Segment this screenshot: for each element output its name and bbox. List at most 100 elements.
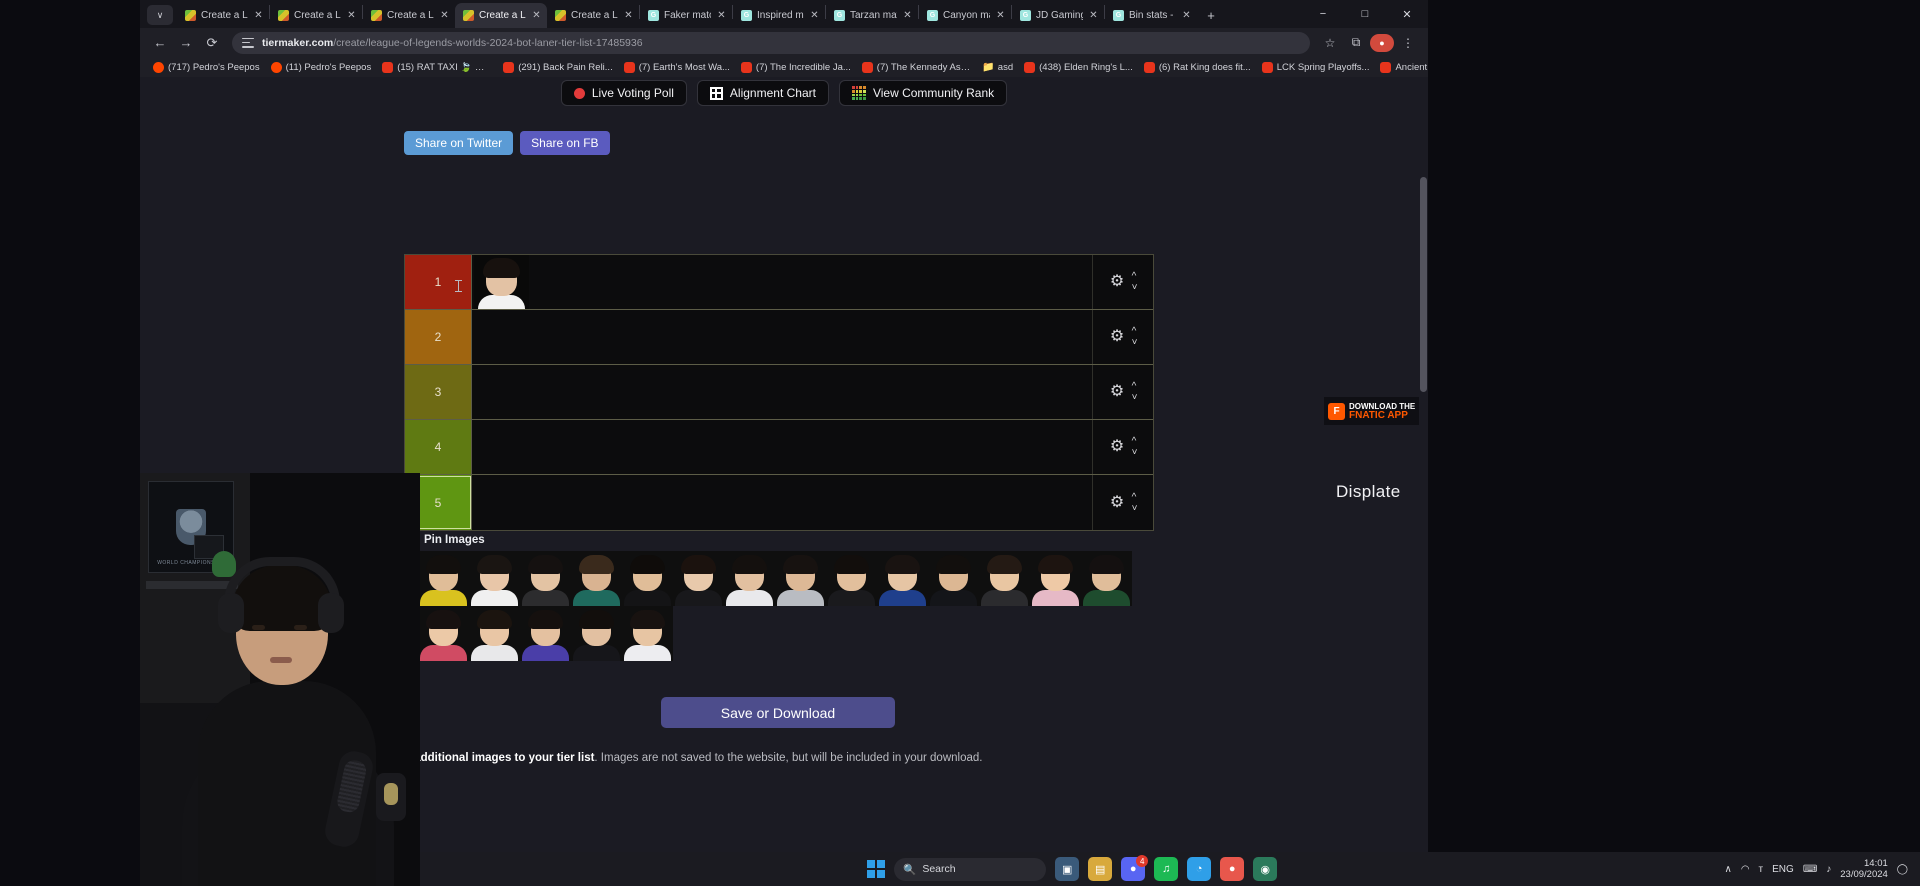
notifications-icon[interactable]: ◯ — [1897, 864, 1908, 875]
tray-portrait[interactable] — [724, 551, 775, 606]
discord-icon[interactable]: ● 4 — [1121, 857, 1145, 881]
bookmark-item[interactable]: (291) Back Pain Reli... — [498, 61, 618, 74]
gear-icon[interactable]: ⚙ — [1109, 439, 1126, 456]
tier-row[interactable]: 2 ⚙ ^ ˅ — [405, 310, 1153, 365]
tier-item-portrait[interactable] — [474, 255, 529, 309]
tier-move-arrows[interactable]: ^ ˅ — [1132, 382, 1138, 402]
tier-drop-zone-3[interactable] — [472, 365, 1092, 419]
chevron-up-icon[interactable]: ^ — [1132, 493, 1138, 502]
clock[interactable]: 14:01 23/09/2024 — [1840, 858, 1888, 880]
tray-portrait[interactable] — [469, 551, 520, 606]
chevron-up-icon[interactable]: ^ — [1132, 272, 1138, 281]
tray-portrait[interactable] — [622, 551, 673, 606]
chevron-down-icon[interactable]: ˅ — [1132, 283, 1138, 292]
address-bar[interactable]: tiermaker.com/create/league-of-legends-w… — [232, 32, 1310, 54]
close-icon[interactable]: ✕ — [716, 11, 727, 21]
browser-tab-9[interactable]: G JD Gaming vs ✕ — [1012, 3, 1104, 28]
chevron-up-icon[interactable]: ^ — [1132, 382, 1138, 391]
tray-portrait[interactable] — [622, 606, 673, 661]
tray-portrait[interactable] — [877, 551, 928, 606]
gear-icon[interactable]: ⚙ — [1109, 274, 1126, 291]
tray-portrait[interactable] — [571, 606, 622, 661]
tier-row[interactable]: 4 ⚙ ^ ˅ — [405, 420, 1153, 475]
obs-icon[interactable]: ◉ — [1253, 857, 1277, 881]
site-settings-icon[interactable] — [242, 37, 254, 49]
bookmark-item[interactable]: (11) Pedro's Peepos — [266, 61, 377, 74]
tier-drop-zone-2[interactable] — [472, 310, 1092, 364]
live-voting-poll-button[interactable]: Live Voting Poll — [561, 80, 687, 106]
tier-drop-zone-5[interactable] — [472, 475, 1092, 530]
close-icon[interactable]: ✕ — [902, 11, 913, 21]
tray-portrait[interactable] — [826, 551, 877, 606]
bookmark-item[interactable]: (6) Rat King does fit... — [1139, 61, 1256, 74]
tier-row[interactable]: 3 ⚙ ^ ˅ — [405, 365, 1153, 420]
extensions-icon[interactable]: ⧉ — [1344, 31, 1368, 55]
tray-portrait[interactable] — [979, 551, 1030, 606]
tray-portrait[interactable] — [469, 606, 520, 661]
close-icon[interactable]: ✕ — [1088, 11, 1099, 21]
share-on-twitter-button[interactable]: Share on Twitter — [404, 131, 513, 155]
chevron-up-icon[interactable]: ∧ — [1724, 864, 1731, 875]
tier-move-arrows[interactable]: ^ ˅ — [1132, 327, 1138, 347]
chevron-up-icon[interactable]: ^ — [1132, 437, 1138, 446]
gear-icon[interactable]: ⚙ — [1109, 384, 1126, 401]
tray-portrait[interactable] — [571, 551, 622, 606]
bookmark-item[interactable]: LCK Spring Playoffs... — [1257, 61, 1375, 74]
tier-row[interactable]: 5 ⚙ ^ ˅ — [405, 475, 1153, 530]
browser-tab-1[interactable]: Create a Leagu ✕ — [270, 3, 362, 28]
language-indicator[interactable]: ENG — [1772, 864, 1794, 875]
browser-tab-4[interactable]: Create a Leagu ✕ — [547, 3, 639, 28]
maximize-button[interactable]: □ — [1344, 0, 1386, 28]
keyboard-icon[interactable]: ⌨ — [1803, 864, 1817, 875]
bookmark-item[interactable]: (7) The Incredible Ja... — [736, 61, 856, 74]
file-explorer-icon[interactable]: ▤ — [1088, 857, 1112, 881]
close-icon[interactable]: ✕ — [623, 11, 634, 21]
chevron-down-icon[interactable]: ˅ — [1132, 338, 1138, 347]
bookmark-item[interactable]: Ancient Rome in 20... — [1375, 61, 1428, 74]
close-icon[interactable]: ✕ — [531, 11, 542, 21]
spotify-icon[interactable]: ♫ — [1154, 857, 1178, 881]
forward-button[interactable]: → — [174, 31, 198, 55]
tier-drop-zone-4[interactable] — [472, 420, 1092, 474]
tier-move-arrows[interactable]: ^ ˅ — [1132, 493, 1138, 513]
volume-icon[interactable]: ♪ — [1826, 864, 1831, 875]
wifi-icon[interactable]: ◠ — [1741, 864, 1750, 875]
browser-tab-3-active[interactable]: Create a Leagu ✕ — [455, 3, 547, 28]
tray-portrait[interactable] — [418, 606, 469, 661]
tier-move-arrows[interactable]: ^ ˅ — [1132, 437, 1138, 457]
mic-icon[interactable]: ᴛ — [1759, 864, 1764, 875]
bookmark-item[interactable]: (7) The Kennedy Ass... — [857, 61, 977, 74]
save-or-download-button[interactable]: Save or Download — [661, 697, 895, 728]
tab-search-button[interactable]: ∨ — [147, 5, 173, 25]
start-icon[interactable] — [867, 860, 885, 878]
displate-ad[interactable]: Displate — [1336, 482, 1401, 502]
tray-portrait[interactable] — [673, 551, 724, 606]
close-icon[interactable]: ✕ — [1181, 11, 1192, 21]
close-icon[interactable]: ✕ — [809, 11, 820, 21]
page-scrollbar[interactable] — [1419, 77, 1428, 852]
bookmark-item[interactable]: (7) Earth's Most Wa... — [619, 61, 735, 74]
browser-tab-7[interactable]: G Tarzan match l ✕ — [826, 3, 918, 28]
close-window-button[interactable]: ✕ — [1386, 0, 1428, 28]
chevron-down-icon[interactable]: ˅ — [1132, 504, 1138, 513]
tier-label-4[interactable]: 4 — [405, 420, 472, 474]
share-on-fb-button[interactable]: Share on FB — [520, 131, 609, 155]
new-tab-button[interactable]: + — [1201, 5, 1221, 25]
browser-tab-6[interactable]: G Inspired match ✕ — [733, 3, 825, 28]
minimize-button[interactable]: − — [1302, 0, 1344, 28]
bookmark-item[interactable]: (717) Pedro's Peepos — [148, 61, 265, 74]
view-community-rank-button[interactable]: View Community Rank — [839, 80, 1007, 106]
tray-portrait[interactable] — [775, 551, 826, 606]
tier-move-arrows[interactable]: ^ ˅ — [1132, 272, 1138, 292]
chevron-down-icon[interactable]: ˅ — [1132, 393, 1138, 402]
chevron-up-icon[interactable]: ^ — [1132, 327, 1138, 336]
close-icon[interactable]: ✕ — [439, 11, 450, 21]
reload-button[interactable]: ⟳ — [200, 31, 224, 55]
close-icon[interactable]: ✕ — [346, 11, 357, 21]
tier-label-3[interactable]: 3 — [405, 365, 472, 419]
tray-portrait[interactable] — [1081, 551, 1132, 606]
edge-icon[interactable]: ◔ — [1187, 857, 1211, 881]
browser-tab-2[interactable]: Create a Leagu ✕ — [363, 3, 455, 28]
tray-portrait[interactable] — [418, 551, 469, 606]
tier-row[interactable]: 1 ⚙ ^ ˅ — [405, 255, 1153, 310]
